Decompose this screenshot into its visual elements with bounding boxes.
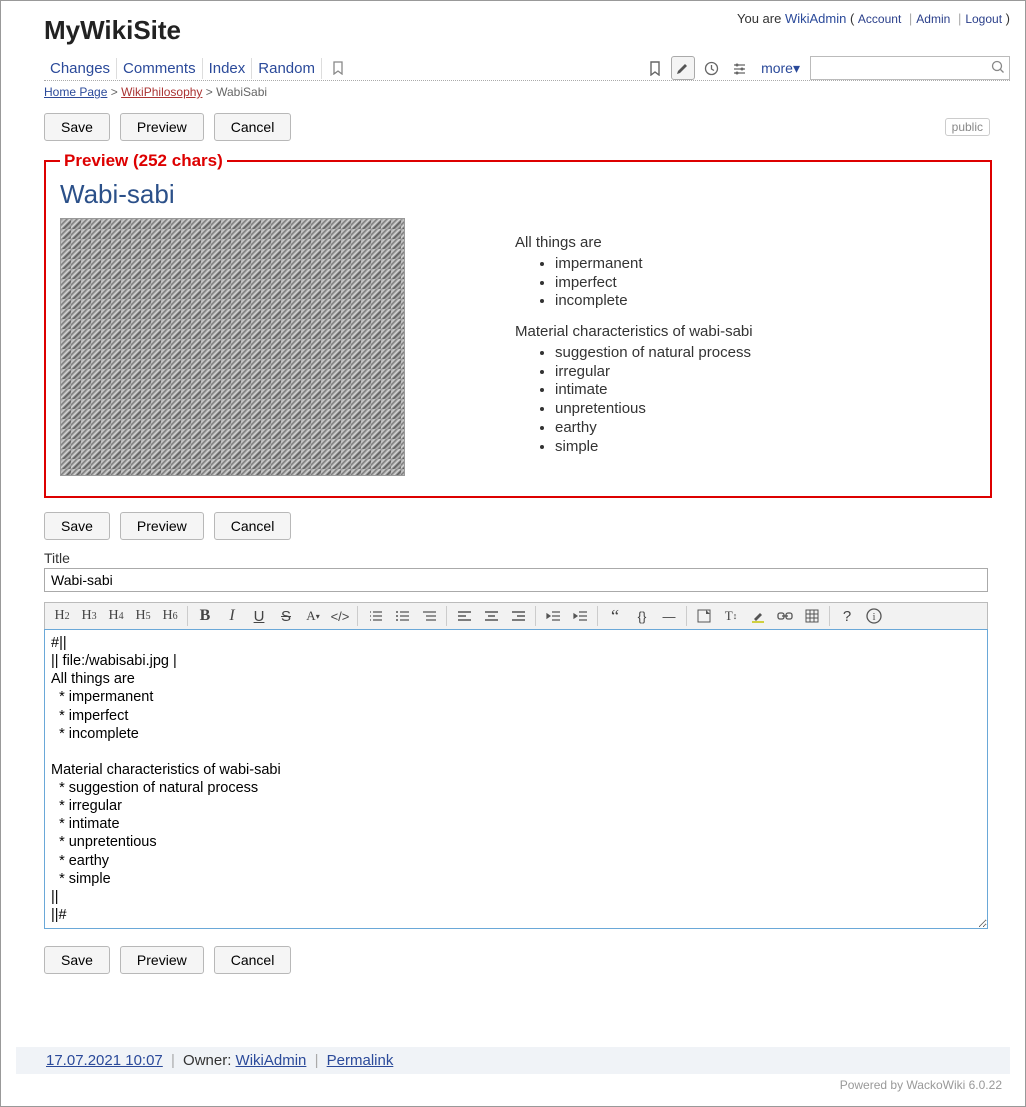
highlight-icon[interactable] <box>745 605 771 627</box>
info-icon[interactable]: i <box>861 605 887 627</box>
preview-p1: All things are <box>515 234 602 251</box>
owner-label: Owner: <box>183 1052 236 1069</box>
list-ol-icon[interactable] <box>362 605 388 627</box>
permalink[interactable]: Permalink <box>327 1052 394 1069</box>
powered-by[interactable]: Powered by WackoWiki 6.0.22 <box>16 1078 1010 1092</box>
nav-comments[interactable]: Comments <box>117 58 203 79</box>
breadcrumb-parent[interactable]: WikiPhilosophy <box>121 85 202 99</box>
font-button[interactable]: A▾ <box>300 605 326 627</box>
outdent-icon[interactable] <box>540 605 566 627</box>
list-item: incomplete <box>555 292 753 311</box>
list-item: intimate <box>555 381 753 400</box>
editor-toolbar: H2 H3 H4 H5 H6 B I U S A▾ </> “ {} — T↕ … <box>44 602 988 629</box>
preview-button-3[interactable]: Preview <box>120 946 204 974</box>
preview-list1: impermanent imperfect incomplete <box>515 255 753 311</box>
breadcrumb-home[interactable]: Home Page <box>44 85 107 99</box>
help-button[interactable]: ? <box>834 605 860 627</box>
title-input[interactable] <box>44 568 988 592</box>
braces-button[interactable]: {} <box>629 605 655 627</box>
underline-button[interactable]: U <box>246 605 272 627</box>
indent-icon[interactable] <box>567 605 593 627</box>
breadcrumb-current: WabiSabi <box>216 85 267 99</box>
admin-link[interactable]: Admin <box>916 12 950 26</box>
list-item: simple <box>555 438 753 457</box>
link-icon[interactable] <box>772 605 798 627</box>
bookmark-icon[interactable] <box>643 56 667 80</box>
strike-button[interactable]: S <box>273 605 299 627</box>
save-button-3[interactable]: Save <box>44 946 110 974</box>
preview-page-title[interactable]: Wabi-sabi <box>60 179 976 210</box>
list-item: impermanent <box>555 255 753 274</box>
code-button[interactable]: </> <box>327 605 353 627</box>
preview-legend: Preview (252 chars) <box>60 151 227 171</box>
preview-image <box>60 218 405 476</box>
list-indent-icon[interactable] <box>416 605 442 627</box>
align-left-icon[interactable] <box>451 605 477 627</box>
owner-link[interactable]: WikiAdmin <box>236 1052 307 1069</box>
footer-bar: 17.07.2021 10:07 | Owner: WikiAdmin | Pe… <box>16 1047 1010 1074</box>
history-icon[interactable] <box>699 56 723 80</box>
h4-button[interactable]: H4 <box>103 605 129 627</box>
note-icon[interactable] <box>691 605 717 627</box>
bold-button[interactable]: B <box>192 605 218 627</box>
save-button-2[interactable]: Save <box>44 512 110 540</box>
list-item: earthy <box>555 419 753 438</box>
search-icon[interactable] <box>991 60 1005 74</box>
more-dropdown[interactable]: more▾ <box>761 60 800 77</box>
list-item: imperfect <box>555 274 753 293</box>
nav-random[interactable]: Random <box>252 58 322 79</box>
table-icon[interactable] <box>799 605 825 627</box>
list-ul-icon[interactable] <box>389 605 415 627</box>
logout-link[interactable]: Logout <box>965 12 1002 26</box>
user-prefix: You are <box>737 11 785 26</box>
preview-p2: Material characteristics of wabi-sabi <box>515 323 753 340</box>
h3-button[interactable]: H3 <box>76 605 102 627</box>
preview-panel: Preview (252 chars) Wabi-sabi All things… <box>44 151 992 498</box>
preview-list2: suggestion of natural process irregular … <box>515 344 753 457</box>
h6-button[interactable]: H6 <box>157 605 183 627</box>
site-title[interactable]: MyWikiSite <box>44 15 181 46</box>
public-badge[interactable]: public <box>945 118 990 136</box>
hr-button[interactable]: — <box>656 605 682 627</box>
cancel-button-2[interactable]: Cancel <box>214 512 292 540</box>
list-item: suggestion of natural process <box>555 344 753 363</box>
user-info: You are WikiAdmin ( Account |Admin |Logo… <box>737 11 1010 26</box>
user-link[interactable]: WikiAdmin <box>785 11 846 26</box>
h5-button[interactable]: H5 <box>130 605 156 627</box>
edit-icon[interactable] <box>671 56 695 80</box>
list-item: unpretentious <box>555 400 753 419</box>
save-button[interactable]: Save <box>44 113 110 141</box>
footer-date[interactable]: 17.07.2021 10:07 <box>46 1052 163 1069</box>
bookmark-small-icon[interactable] <box>326 56 350 80</box>
list-item: irregular <box>555 363 753 382</box>
preview-button-2[interactable]: Preview <box>120 512 204 540</box>
breadcrumb: Home Page > WikiPhilosophy > WabiSabi <box>44 85 1010 99</box>
title-label: Title <box>44 550 1010 566</box>
settings-icon[interactable] <box>727 56 751 80</box>
search-input[interactable] <box>810 56 1010 80</box>
cancel-button-3[interactable]: Cancel <box>214 946 292 974</box>
svg-text:i: i <box>872 611 875 623</box>
h2-button[interactable]: H2 <box>49 605 75 627</box>
quote-button[interactable]: “ <box>602 605 628 627</box>
align-right-icon[interactable] <box>505 605 531 627</box>
nav-changes[interactable]: Changes <box>44 58 117 79</box>
nav-index[interactable]: Index <box>203 58 253 79</box>
preview-button[interactable]: Preview <box>120 113 204 141</box>
align-center-icon[interactable] <box>478 605 504 627</box>
wiki-editor[interactable] <box>44 629 988 929</box>
textsize-icon[interactable]: T↕ <box>718 605 744 627</box>
italic-button[interactable]: I <box>219 605 245 627</box>
cancel-button[interactable]: Cancel <box>214 113 292 141</box>
account-link[interactable]: Account <box>858 12 901 26</box>
